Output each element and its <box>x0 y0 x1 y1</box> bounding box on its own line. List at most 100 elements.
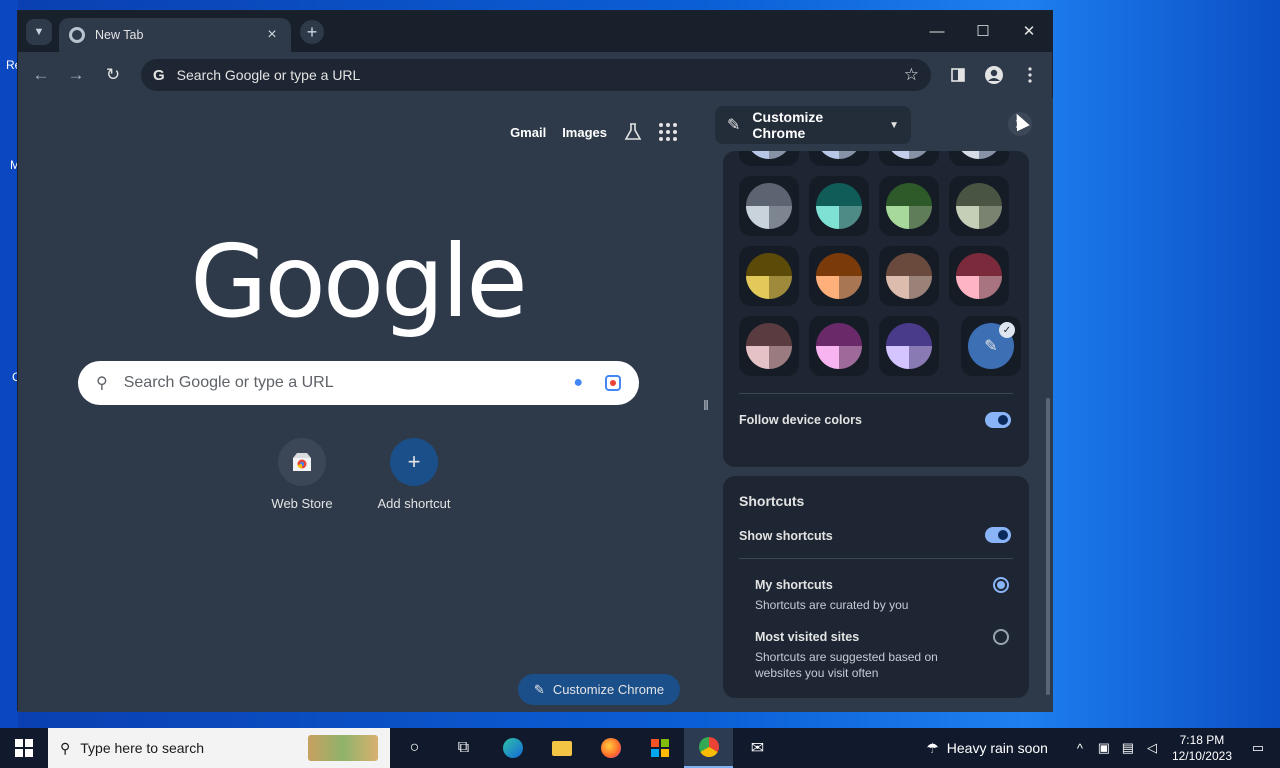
gmail-link[interactable]: Gmail <box>510 125 546 140</box>
color-swatch[interactable] <box>809 316 869 376</box>
weather-widget[interactable]: ☂ Heavy rain soon <box>926 740 1048 757</box>
clock[interactable]: 7:18 PM 12/10/2023 <box>1172 732 1232 764</box>
reload-button[interactable]: ↻ <box>101 63 125 87</box>
color-swatch-disc <box>746 323 792 369</box>
show-shortcuts-toggle[interactable] <box>985 527 1011 543</box>
color-swatch-disc <box>746 151 792 159</box>
color-swatch[interactable] <box>949 246 1009 306</box>
color-swatch[interactable] <box>879 316 939 376</box>
volume-muted-icon[interactable]: ◁ <box>1140 740 1164 756</box>
profile-avatar-icon[interactable] <box>982 63 1006 87</box>
labs-flask-icon[interactable] <box>623 122 643 142</box>
desktop-background <box>0 0 18 728</box>
chevron-up-icon[interactable]: ^ <box>1068 741 1092 756</box>
search-highlight-image <box>308 735 378 761</box>
browser-window: ▼ New Tab × + — ☐ ✕ ← → ↻ G Search Googl… <box>17 10 1053 712</box>
new-tab-button[interactable]: + <box>300 20 324 44</box>
panel-title: Customize Chrome <box>752 109 824 141</box>
images-link[interactable]: Images <box>562 125 607 140</box>
color-swatch-disc <box>886 253 932 299</box>
microphone-icon[interactable]: ● <box>573 374 583 392</box>
task-view-icon[interactable]: ⧉ <box>439 728 488 768</box>
ntp-search-box[interactable]: ⚲ Search Google or type a URL ● <box>78 361 639 405</box>
shortcut-tile-web-store[interactable]: Web Store <box>247 438 357 511</box>
side-panel-icon[interactable] <box>946 63 970 87</box>
search-placeholder: Search Google or type a URL <box>123 374 334 391</box>
store-app-icon[interactable] <box>635 728 684 768</box>
color-swatch-disc <box>816 183 862 229</box>
edge-app-icon[interactable] <box>488 728 537 768</box>
google-apps-icon[interactable] <box>659 123 677 141</box>
umbrella-rain-icon: ☂ <box>926 739 939 756</box>
notifications-icon[interactable]: ▭ <box>1246 740 1270 756</box>
firefox-app-icon[interactable] <box>586 728 635 768</box>
meet-now-icon[interactable]: ▣ <box>1092 740 1116 756</box>
color-swatch-disc <box>746 183 792 229</box>
most-visited-radio[interactable] <box>993 629 1009 645</box>
tab-new-tab[interactable]: New Tab × <box>59 18 291 52</box>
google-lens-icon[interactable] <box>605 375 621 391</box>
tab-search-button[interactable]: ▼ <box>26 19 52 45</box>
color-swatch-disc <box>886 151 932 159</box>
system-tray: ☂ Heavy rain soon ^ ▣ ▤ ◁ 7:18 PM 12/10/… <box>926 728 1280 768</box>
shortcut-tile-add[interactable]: + Add shortcut <box>359 438 469 511</box>
my-shortcuts-radio[interactable] <box>993 577 1009 593</box>
color-swatch-disc <box>886 323 932 369</box>
taskbar: ⚲ Type here to search ○ ⧉ ✉ ☂ Heavy rain… <box>0 728 1280 768</box>
google-g-icon: G <box>153 66 165 84</box>
bookmark-star-icon[interactable]: ☆ <box>904 65 919 85</box>
color-swatch-disc <box>956 253 1002 299</box>
color-swatch[interactable] <box>809 176 869 236</box>
minimize-button[interactable]: — <box>922 19 952 43</box>
chrome-app-icon[interactable] <box>684 728 733 768</box>
shortcuts-section-title: Shortcuts <box>739 493 805 509</box>
color-swatch[interactable] <box>879 151 939 166</box>
color-swatch[interactable] <box>739 151 799 166</box>
most-visited-option-title[interactable]: Most visited sites <box>755 630 859 644</box>
network-icon[interactable]: ▤ <box>1116 740 1140 756</box>
color-swatch[interactable] <box>879 246 939 306</box>
color-swatch[interactable] <box>949 151 1009 166</box>
color-swatch[interactable] <box>809 246 869 306</box>
maximize-button[interactable]: ☐ <box>968 19 998 43</box>
windows-logo-icon <box>15 739 33 757</box>
color-swatch[interactable] <box>739 316 799 376</box>
panel-header-dropdown[interactable]: ✎ Customize Chrome ▼ <box>715 106 911 144</box>
cortana-icon[interactable]: ○ <box>390 728 439 768</box>
mail-app-icon[interactable]: ✉ <box>733 728 782 768</box>
start-button[interactable] <box>0 728 48 768</box>
color-swatch-disc <box>956 151 1002 159</box>
new-tab-page: Gmail Images Google ⚲ Search Google or t… <box>18 98 697 712</box>
color-swatch[interactable] <box>739 176 799 236</box>
my-shortcuts-option-title[interactable]: My shortcuts <box>755 578 833 592</box>
color-swatch[interactable] <box>879 176 939 236</box>
follow-device-colors-label: Follow device colors <box>739 413 862 427</box>
color-swatch[interactable] <box>739 246 799 306</box>
clock-time: 7:18 PM <box>1179 733 1225 747</box>
back-button[interactable]: ← <box>29 63 53 87</box>
color-swatch[interactable] <box>949 176 1009 236</box>
my-shortcuts-option-desc: Shortcuts are curated by you <box>755 598 909 612</box>
address-bar[interactable]: G Search Google or type a URL ☆ <box>141 59 931 91</box>
customize-chrome-button[interactable]: ✎ Customize Chrome <box>518 674 680 705</box>
plus-icon: + <box>306 21 318 42</box>
close-window-button[interactable]: ✕ <box>1014 19 1044 43</box>
pencil-icon: ✎ <box>727 117 741 134</box>
customize-chrome-label: Customize Chrome <box>552 682 665 697</box>
chevron-down-icon: ▼ <box>33 26 45 38</box>
panel-scrollbar[interactable] <box>1046 398 1050 695</box>
ntp-top-links: Gmail Images <box>510 122 677 142</box>
file-explorer-icon[interactable] <box>537 728 586 768</box>
weather-text: Heavy rain soon <box>946 740 1048 756</box>
tab-close-icon[interactable]: × <box>263 26 281 44</box>
more-menu-icon[interactable] <box>1018 63 1042 87</box>
taskbar-search-box[interactable]: ⚲ Type here to search <box>48 728 390 768</box>
caret-down-icon: ▼ <box>889 119 899 131</box>
forward-button[interactable]: → <box>64 63 88 87</box>
follow-device-colors-toggle[interactable] <box>985 412 1011 428</box>
color-swatch[interactable] <box>809 151 869 166</box>
custom-color-swatch[interactable]: ✎ ✓ <box>961 316 1021 376</box>
pencil-icon: ✎ <box>533 681 545 697</box>
side-panel-resize-handle[interactable]: ‖ <box>697 98 715 712</box>
color-swatch-disc <box>816 151 862 159</box>
